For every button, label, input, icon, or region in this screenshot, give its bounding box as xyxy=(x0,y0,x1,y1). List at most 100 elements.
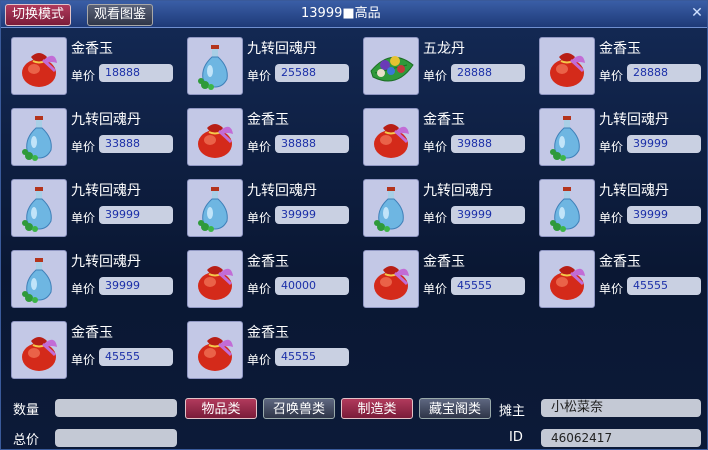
item-name: 九转回魂丹 xyxy=(71,254,141,270)
item-icon-frame[interactable] xyxy=(539,108,595,166)
item-icon-frame[interactable] xyxy=(11,108,67,166)
price-label: 单价 xyxy=(599,211,624,225)
item-price: 39999 xyxy=(627,135,701,153)
total-price-label: 总价 xyxy=(13,433,40,448)
price-label: 单价 xyxy=(71,140,96,154)
owner-id-field: 46062417 xyxy=(541,429,701,447)
item-slot[interactable]: 九转回魂丹单价 39999 xyxy=(11,248,181,316)
price-label: 单价 xyxy=(423,69,448,83)
close-icon[interactable]: ✕ xyxy=(689,5,705,21)
item-icon-frame[interactable] xyxy=(187,179,243,237)
item-name: 九转回魂丹 xyxy=(423,183,493,199)
price-label: 单价 xyxy=(247,140,272,154)
item-name: 九转回魂丹 xyxy=(247,41,317,57)
owner-name-field: 小松菜奈 xyxy=(541,399,701,417)
quantity-label: 数量 xyxy=(13,403,40,418)
item-price: 28888 xyxy=(451,64,525,82)
price-label: 单价 xyxy=(599,282,624,296)
price-label: 单价 xyxy=(599,69,624,83)
id-label: ID xyxy=(509,430,523,445)
price-label: 单价 xyxy=(423,140,448,154)
price-label: 单价 xyxy=(71,69,96,83)
item-icon-frame[interactable] xyxy=(11,321,67,379)
item-name: 九转回魂丹 xyxy=(599,112,669,128)
item-icon-frame[interactable] xyxy=(363,37,419,95)
item-icon-frame[interactable] xyxy=(363,179,419,237)
item-slot[interactable]: 九转回魂丹单价 33888 xyxy=(11,106,181,174)
item-price: 39999 xyxy=(451,206,525,224)
category-items-tab[interactable]: 物品类 xyxy=(185,398,257,419)
item-slot[interactable]: 金香玉单价 18888 xyxy=(11,35,181,103)
switch-mode-tab[interactable]: 切换模式 xyxy=(5,4,72,26)
item-price: 28888 xyxy=(627,64,701,82)
item-slot[interactable]: 五龙丹单价 28888 xyxy=(363,35,533,103)
owner-label: 摊主 xyxy=(499,404,526,419)
item-name: 九转回魂丹 xyxy=(71,112,141,128)
item-name: 金香玉 xyxy=(247,325,289,341)
top-bar: 切换模式 观看图鉴 13999■高品 ✕ xyxy=(1,1,707,28)
item-icon-frame[interactable] xyxy=(187,321,243,379)
item-slot[interactable]: 金香玉单价 28888 xyxy=(539,35,707,103)
item-name: 金香玉 xyxy=(599,41,641,57)
price-label: 单价 xyxy=(423,211,448,225)
price-label: 单价 xyxy=(423,282,448,296)
price-label: 单价 xyxy=(247,282,272,296)
item-price: 33888 xyxy=(99,135,173,153)
item-price: 45555 xyxy=(627,277,701,295)
item-price: 39999 xyxy=(627,206,701,224)
item-icon-frame[interactable] xyxy=(187,37,243,95)
item-name: 金香玉 xyxy=(71,41,113,57)
item-price: 45555 xyxy=(451,277,525,295)
total-price-field xyxy=(55,429,177,447)
item-slot[interactable]: 金香玉单价 45555 xyxy=(539,248,707,316)
item-name: 金香玉 xyxy=(423,112,465,128)
item-icon-frame[interactable] xyxy=(11,250,67,308)
item-slot[interactable]: 金香玉 单价 45555 xyxy=(187,319,357,387)
item-price: 18888 xyxy=(99,64,173,82)
item-price: 38888 xyxy=(275,135,349,153)
item-price: 39888 xyxy=(451,135,525,153)
item-slot[interactable]: 金香玉单价 38888 xyxy=(187,106,357,174)
item-icon-frame[interactable] xyxy=(187,250,243,308)
item-price: 39999 xyxy=(275,206,349,224)
category-summon-tab[interactable]: 召唤兽类 xyxy=(263,398,335,419)
quantity-input[interactable] xyxy=(55,399,177,417)
item-price: 45555 xyxy=(99,348,173,366)
price-label: 单价 xyxy=(71,211,96,225)
item-slot[interactable]: 九转回魂丹单价 39999 xyxy=(363,177,533,245)
item-icon-frame[interactable] xyxy=(539,37,595,95)
price-label: 单价 xyxy=(247,69,272,83)
item-slot[interactable]: 金香玉 单价 40000 xyxy=(187,248,357,316)
item-icon-frame[interactable] xyxy=(363,108,419,166)
item-name: 金香玉 xyxy=(247,112,289,128)
item-name: 金香玉 xyxy=(599,254,641,270)
price-label: 单价 xyxy=(599,140,624,154)
item-slot[interactable]: 九转回魂丹 单价 39999 xyxy=(11,177,181,245)
category-treasure-tab[interactable]: 藏宝阁类 xyxy=(419,398,491,419)
item-price: 39999 xyxy=(99,277,173,295)
item-icon-frame[interactable] xyxy=(539,250,595,308)
item-name: 九转回魂丹 xyxy=(599,183,669,199)
price-label: 单价 xyxy=(71,282,96,296)
price-label: 单价 xyxy=(247,211,272,225)
item-name: 金香玉 xyxy=(247,254,289,270)
category-craft-tab[interactable]: 制造类 xyxy=(341,398,413,419)
view-catalog-tab[interactable]: 观看图鉴 xyxy=(87,4,154,26)
item-slot[interactable]: 九转回魂丹单价 39999 xyxy=(539,177,707,245)
item-name: 金香玉 xyxy=(71,325,113,341)
item-slot[interactable]: 金香玉 单价 45555 xyxy=(363,248,533,316)
item-slot[interactable]: 九转回魂丹单价 39999 xyxy=(187,177,357,245)
item-slot[interactable]: 金香玉单价 39888 xyxy=(363,106,533,174)
item-slot[interactable]: 金香玉 单价 45555 xyxy=(11,319,181,387)
item-icon-frame[interactable] xyxy=(187,108,243,166)
item-icon-frame[interactable] xyxy=(539,179,595,237)
item-name: 九转回魂丹 xyxy=(247,183,317,199)
item-icon-frame[interactable] xyxy=(11,37,67,95)
item-name: 五龙丹 xyxy=(423,41,465,57)
item-icon-frame[interactable] xyxy=(11,179,67,237)
item-slot[interactable]: 九转回魂丹单价 39999 xyxy=(539,106,707,174)
item-icon-frame[interactable] xyxy=(363,250,419,308)
item-slot[interactable]: 九转回魂丹 单价 25588 xyxy=(187,35,357,103)
stall-title: 13999■高品 xyxy=(301,6,381,21)
stall-window: 切换模式 观看图鉴 13999■高品 ✕ 金香玉 单价 18888 九转回魂丹 单价 25… xyxy=(0,0,708,450)
